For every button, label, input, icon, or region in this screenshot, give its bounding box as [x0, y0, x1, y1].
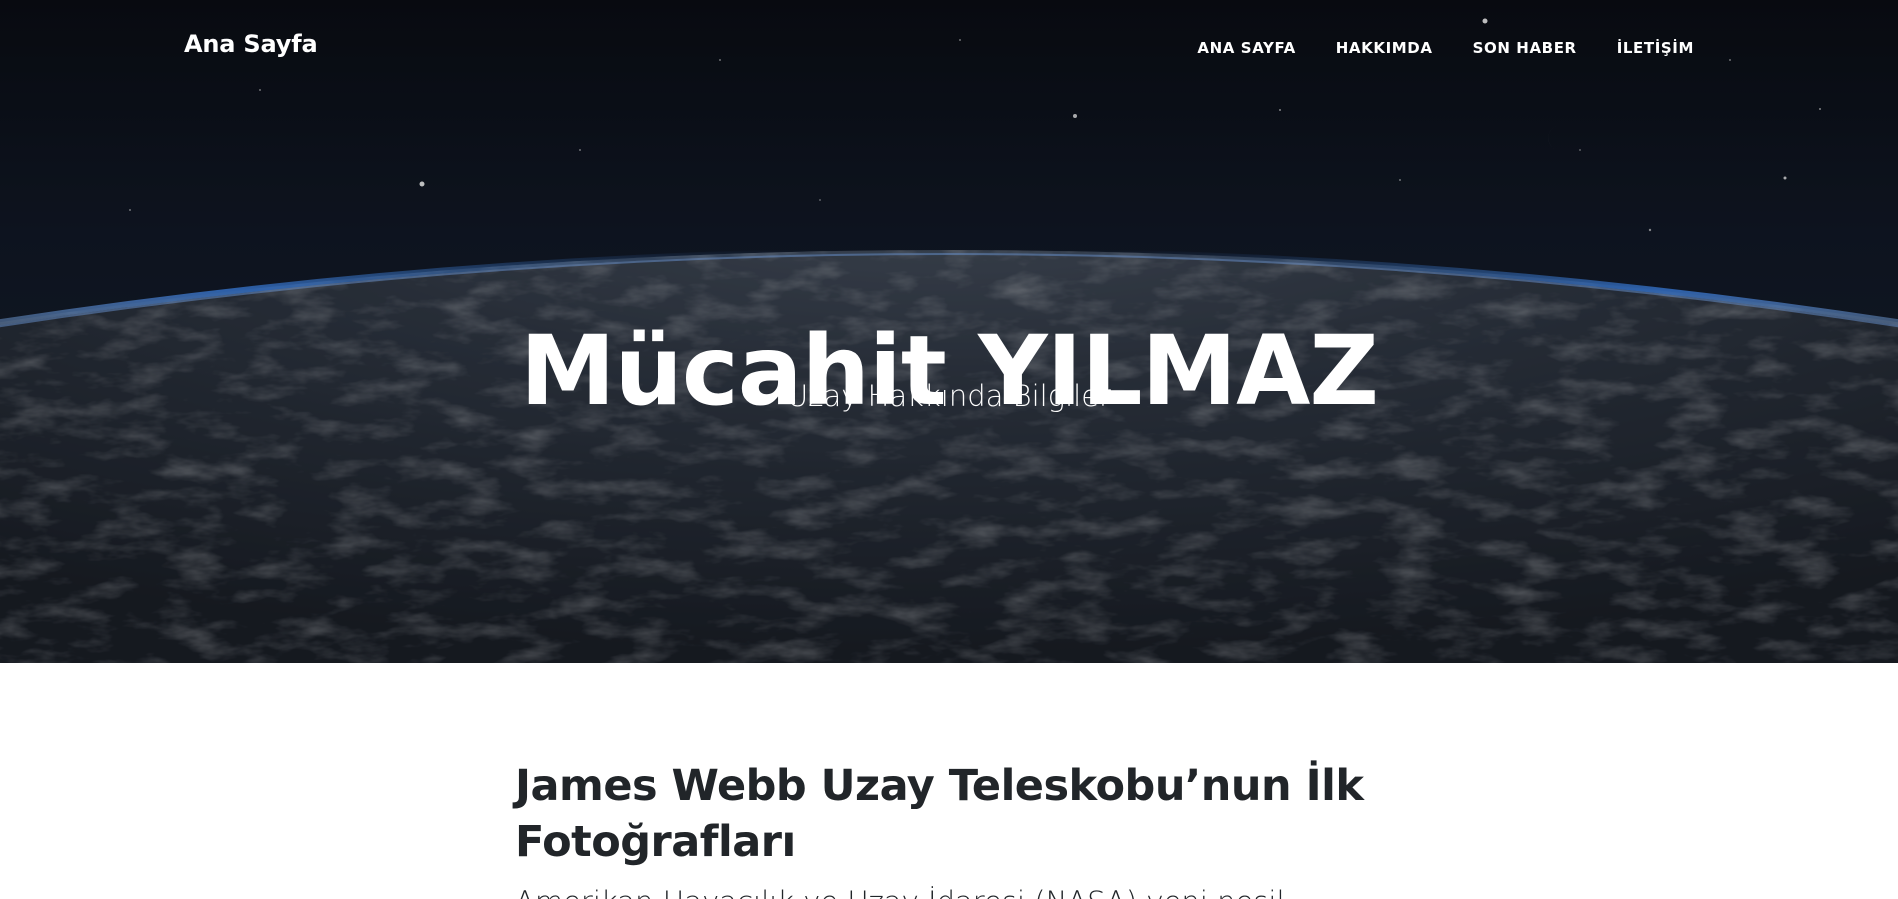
nav-item: HAKKIMDA [1336, 38, 1433, 57]
masthead: Ana Sayfa ANA SAYFA HAKKIMDA SON HABER İ… [0, 0, 1898, 663]
post-subtitle: Amerikan Havacılık ve Uzay İdaresi (NASA… [515, 882, 1415, 899]
nav-item: ANA SAYFA [1197, 38, 1295, 57]
nav-link-iletisim[interactable]: İLETİŞİM [1617, 39, 1694, 57]
nav-link-hakkimda[interactable]: HAKKIMDA [1336, 39, 1433, 57]
nav-link-son-haber[interactable]: SON HABER [1473, 39, 1577, 57]
nav-links: ANA SAYFA HAKKIMDA SON HABER İLETİŞİM [1197, 38, 1694, 57]
nav-item: SON HABER [1473, 38, 1577, 57]
post-title: James Webb Uzay Teleskobu’nun İlk Fotoğr… [515, 761, 1364, 867]
nav-link-ana-sayfa[interactable]: ANA SAYFA [1197, 39, 1295, 57]
main-navbar: Ana Sayfa ANA SAYFA HAKKIMDA SON HABER İ… [0, 0, 1898, 100]
main-content: James Webb Uzay Teleskobu’nun İlk Fotoğr… [0, 663, 1898, 899]
nav-item: İLETİŞİM [1617, 38, 1694, 57]
page: Ana Sayfa ANA SAYFA HAKKIMDA SON HABER İ… [0, 0, 1898, 899]
hero-subtitle: Uzay Hakkında Bilgiler [787, 379, 1111, 413]
brand-link[interactable]: Ana Sayfa [184, 30, 318, 58]
